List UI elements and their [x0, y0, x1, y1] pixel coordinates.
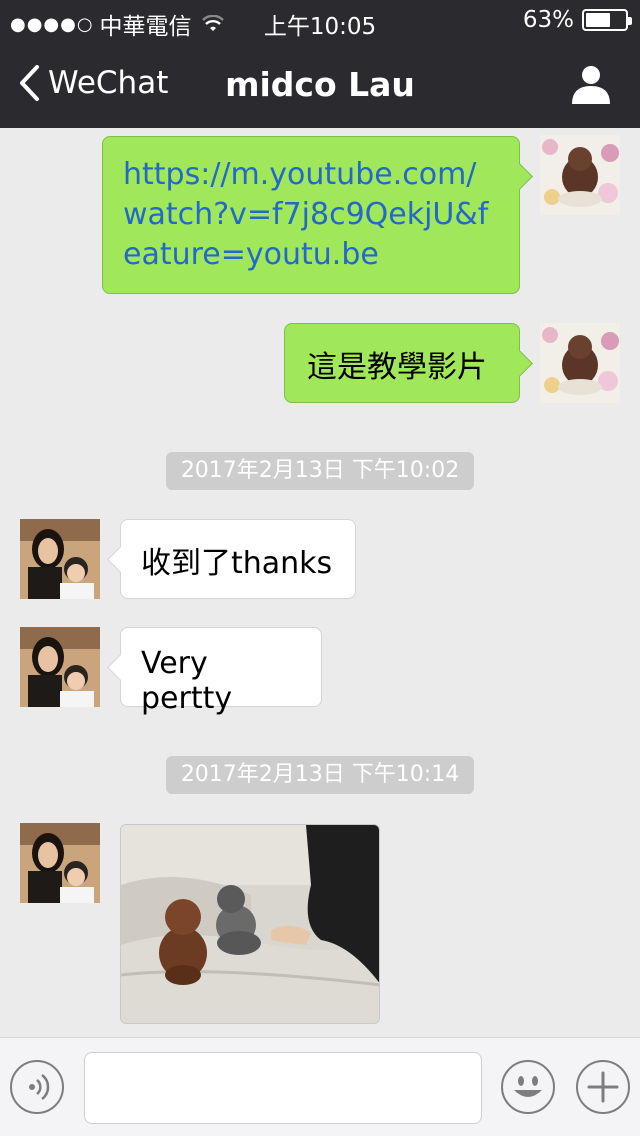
nav-bar: WeChat midco Lau [0, 40, 640, 128]
add-button[interactable] [576, 1060, 630, 1114]
profile-icon[interactable] [570, 64, 612, 104]
message-text: 這是教學影片 [307, 350, 487, 385]
battery-fill [586, 13, 610, 27]
smiley-icon [514, 1076, 542, 1097]
message-bubble-received[interactable]: Very pertty [120, 627, 322, 716]
chat-title: midco Lau [225, 65, 415, 104]
contact-avatar[interactable] [20, 627, 100, 707]
my-avatar[interactable] [540, 135, 620, 215]
voice-icon [29, 1074, 50, 1100]
message-text: Very pertty [141, 646, 233, 716]
contact-avatar[interactable] [20, 823, 100, 903]
message-bubble-received[interactable]: 收到了thanks [120, 519, 356, 599]
battery-icon [582, 9, 632, 31]
status-bar: ●●●●○ 中華電信 上午10:05 63% [0, 0, 640, 40]
top-bar: ●●●●○ 中華電信 上午10:05 63% WeChat midco Lau [0, 0, 640, 128]
input-bar [0, 1037, 640, 1136]
message-text: 收到了thanks [141, 546, 333, 581]
plus-icon [587, 1071, 619, 1103]
timestamp-label: 2017年2月13日 下午10:14 [166, 756, 474, 794]
youtube-link[interactable]: https://m.youtube.com/watch?v=f7j8c9Qekj… [123, 157, 488, 272]
status-right: 63% [522, 7, 632, 33]
message-bubble-sent[interactable]: 這是教學影片 [284, 323, 520, 403]
emoji-button[interactable] [501, 1060, 555, 1114]
contact-avatar[interactable] [20, 519, 100, 599]
battery-percent: 63% [522, 7, 574, 33]
message-input[interactable] [84, 1052, 482, 1124]
timestamp-label: 2017年2月13日 下午10:02 [166, 452, 474, 490]
voice-button[interactable] [10, 1060, 64, 1114]
photo-message[interactable] [120, 824, 380, 1024]
message-bubble-link[interactable]: https://m.youtube.com/watch?v=f7j8c9Qekj… [102, 136, 520, 294]
my-avatar[interactable] [540, 323, 620, 403]
